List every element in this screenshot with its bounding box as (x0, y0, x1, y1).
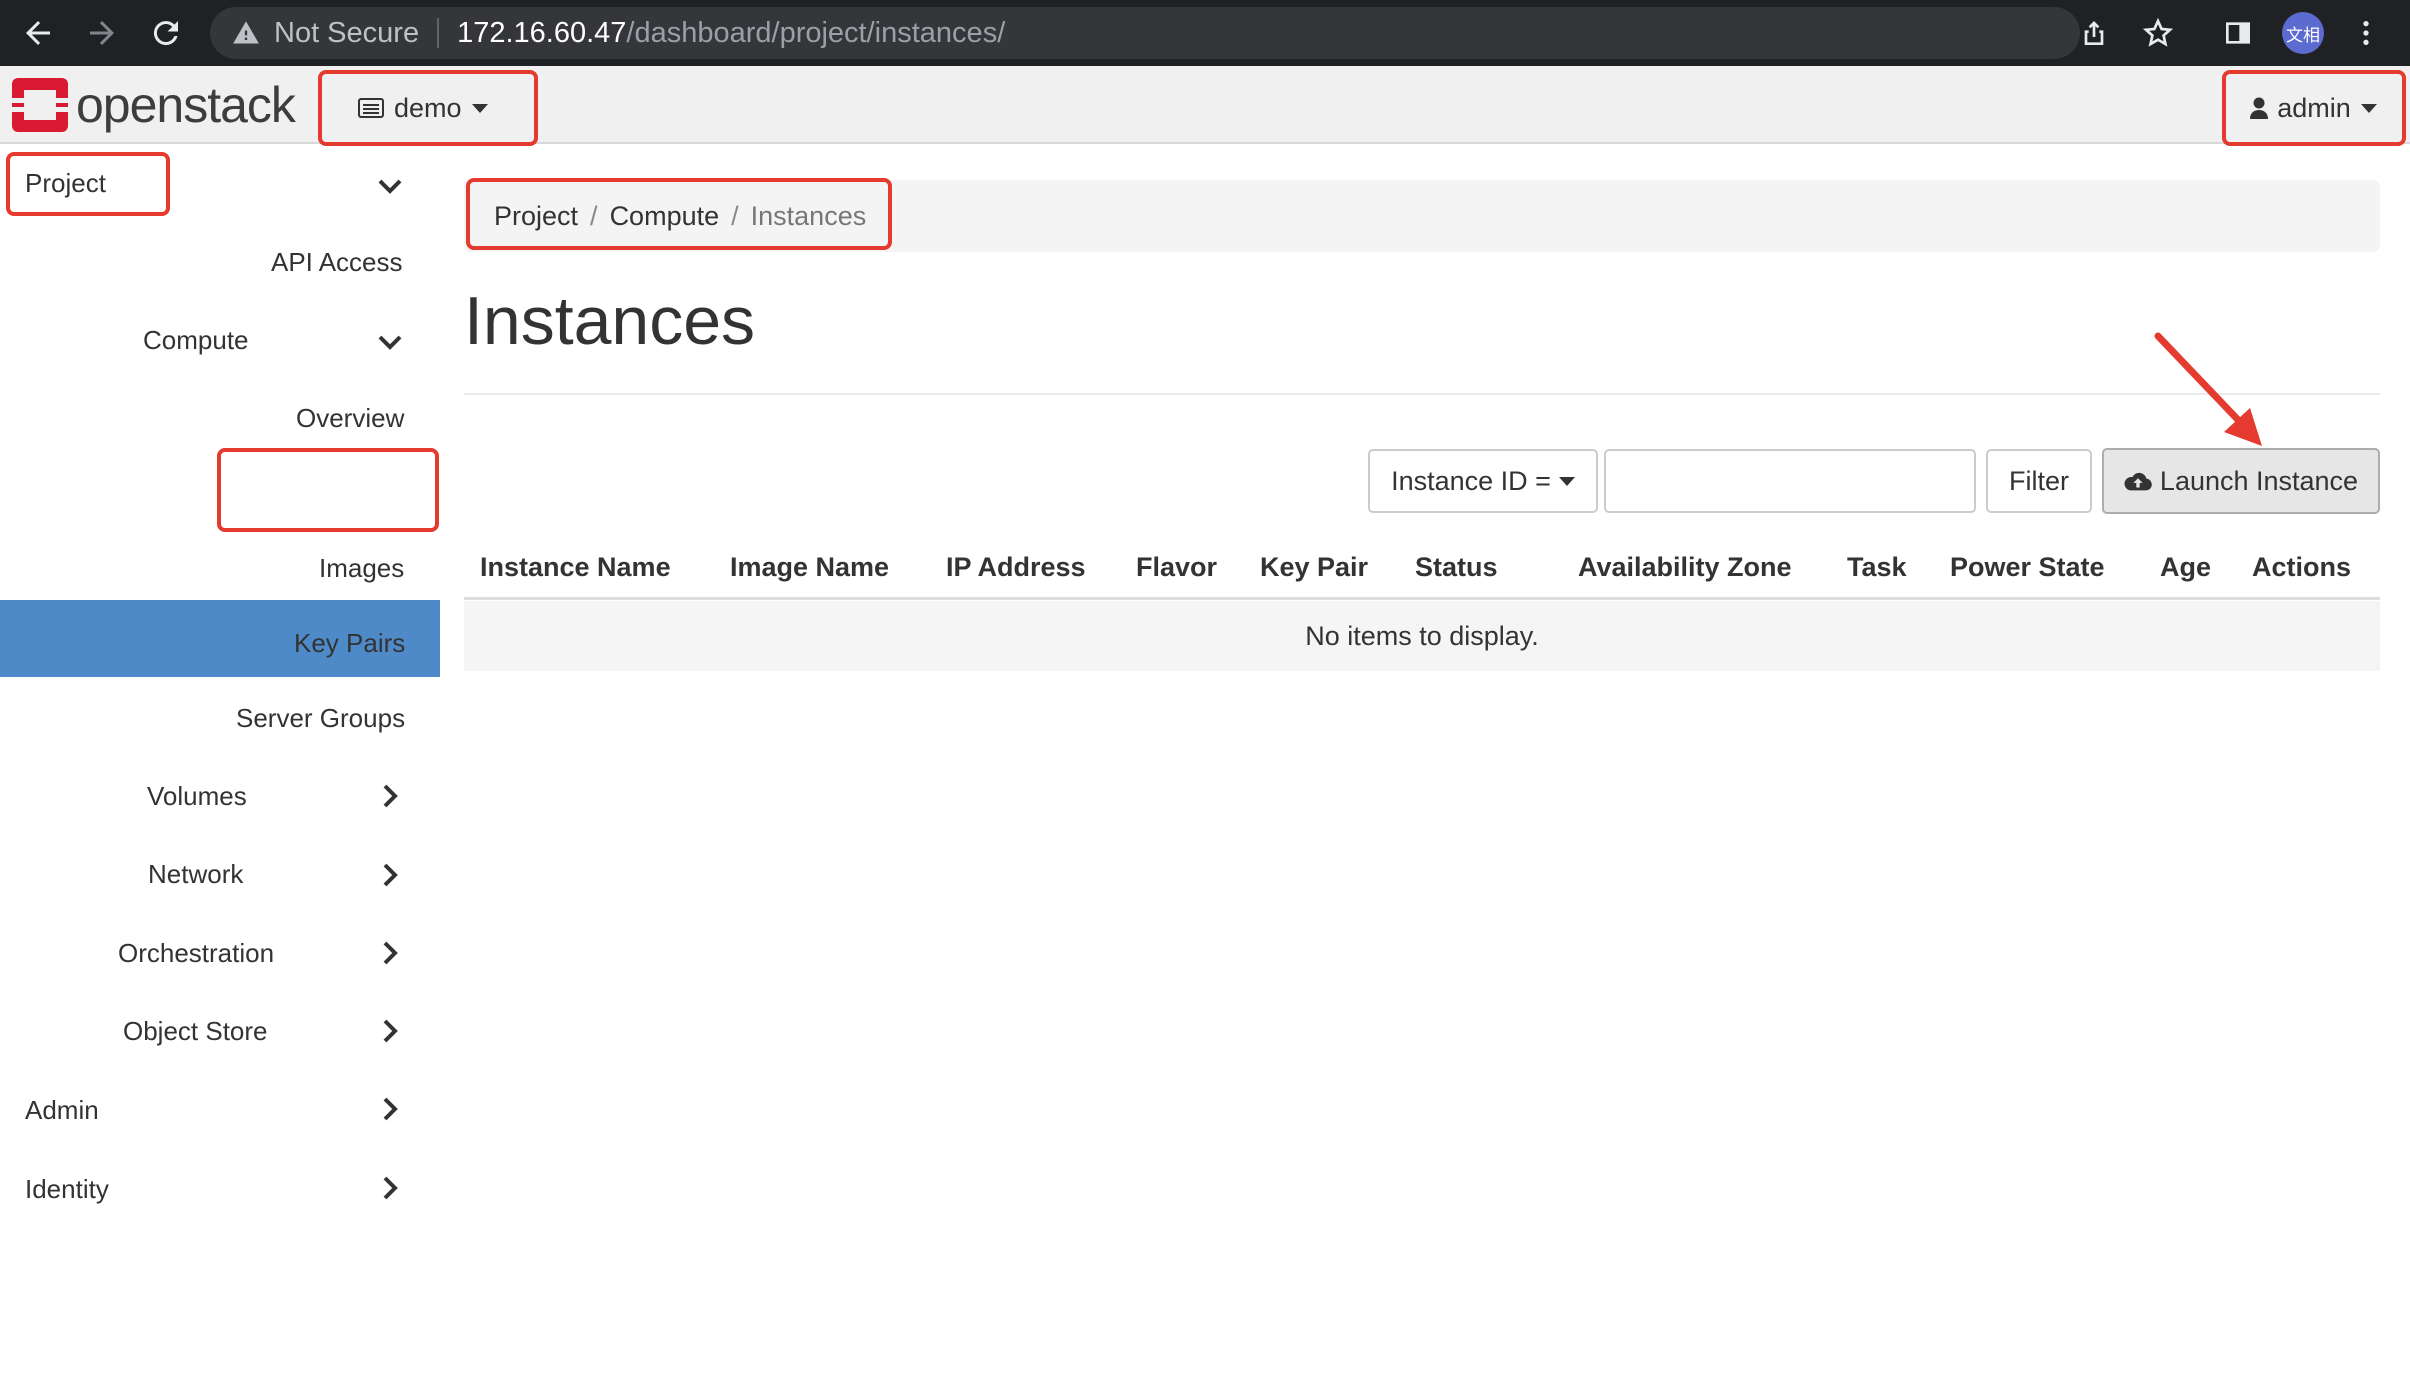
address-bar[interactable]: Not Secure 172.16.60.47/dashboard/projec… (210, 7, 2080, 59)
chevron-right-icon[interactable] (376, 939, 404, 967)
sidebar-item-admin[interactable]: Admin (25, 1095, 99, 1126)
side-panel-button[interactable] (2210, 0, 2266, 66)
sidebar-item-overview[interactable]: Overview (296, 403, 404, 434)
column-header[interactable]: Age (2160, 552, 2211, 583)
profile-avatar[interactable]: 文相 (2282, 12, 2324, 54)
filter-field-select[interactable]: Instance ID = (1368, 449, 1598, 513)
launch-instance-label: Launch Instance (2159, 465, 2359, 496)
sidebar-item-images[interactable]: Images (319, 553, 404, 584)
project-selector[interactable]: demo (318, 72, 536, 144)
page-title: Instances (464, 283, 756, 359)
openstack-logo-icon (12, 78, 68, 132)
sidebar-item-instances[interactable]: Instances (292, 479, 403, 510)
user-icon (2250, 97, 2269, 119)
more-vertical-icon (2363, 21, 2369, 45)
reload-icon (153, 21, 178, 46)
breadcrumb-compute[interactable]: Compute (610, 201, 720, 232)
project-list-icon (358, 98, 384, 118)
user-menu-label: admin (2277, 92, 2351, 123)
project-selector-label: demo (394, 92, 462, 123)
chevron-right-icon[interactable] (376, 1174, 404, 1202)
sidebar-item-project[interactable]: Project (25, 168, 106, 199)
chevron-right-icon[interactable] (376, 1095, 404, 1123)
annotation-arrow (2154, 332, 2262, 446)
breadcrumb-project[interactable]: Project (494, 201, 578, 232)
chevron-right-icon[interactable] (376, 782, 404, 810)
breadcrumb-separator: / (590, 200, 598, 231)
column-header[interactable]: Actions (2252, 552, 2351, 583)
cloud-upload-icon (2124, 472, 2152, 491)
share-icon (2084, 21, 2104, 45)
url-host: 172.16.60.47 (457, 16, 627, 49)
warning-icon (233, 21, 259, 44)
sidebar-item-volumes[interactable]: Volumes (147, 781, 247, 812)
column-header[interactable]: Availability Zone (1578, 552, 1792, 583)
divider (437, 18, 440, 48)
sidebar-item-server-groups[interactable]: Server Groups (236, 703, 405, 734)
reload-button[interactable] (134, 0, 198, 66)
chevron-right-icon[interactable] (376, 861, 404, 889)
launch-instance-button[interactable]: Launch Instance (2102, 448, 2380, 514)
breadcrumb: Project / Compute / Instances (464, 180, 2380, 252)
column-header[interactable]: Image Name (730, 552, 889, 583)
table-empty-message: No items to display. (464, 601, 2380, 671)
chevron-down-icon[interactable] (376, 328, 404, 356)
sidebar: Project API Access Compute Overview Inst… (0, 146, 440, 1376)
caret-down-icon (1558, 476, 1575, 486)
browser-menu-button[interactable] (2338, 0, 2394, 66)
column-header[interactable]: IP Address (946, 552, 1086, 583)
column-header[interactable]: Flavor (1136, 552, 1217, 583)
forward-button[interactable] (70, 0, 134, 66)
sidebar-item-identity[interactable]: Identity (25, 1174, 109, 1205)
divider (464, 393, 2380, 395)
back-button[interactable] (6, 0, 70, 66)
column-header[interactable]: Task (1847, 552, 1907, 583)
logo-text: openstack (76, 77, 296, 133)
browser-toolbar: Not Secure 172.16.60.47/dashboard/projec… (0, 0, 2410, 66)
column-header[interactable]: Key Pair (1260, 552, 1368, 583)
sidebar-item-orchestration[interactable]: Orchestration (118, 938, 274, 969)
security-label[interactable]: Not Secure (274, 17, 419, 50)
share-button[interactable] (2066, 0, 2122, 66)
filter-button[interactable]: Filter (1986, 449, 2092, 513)
filter-input[interactable] (1604, 449, 1976, 513)
arrow-left-icon (26, 21, 50, 45)
filter-field-label: Instance ID = (1391, 465, 1551, 496)
column-header[interactable]: Status (1415, 552, 1498, 583)
star-icon (2142, 17, 2174, 47)
sidebar-item-compute[interactable]: Compute (143, 325, 249, 356)
column-header[interactable]: Instance Name (480, 552, 671, 583)
side-panel-icon (2226, 22, 2250, 44)
column-header[interactable]: Power State (1950, 552, 2105, 583)
bookmark-button[interactable] (2130, 0, 2186, 66)
sidebar-item-api-access[interactable]: API Access (271, 247, 403, 278)
caret-down-icon (471, 103, 488, 113)
openstack-logo[interactable]: openstack (12, 77, 296, 133)
user-menu[interactable]: admin (2222, 72, 2404, 144)
table-header: Instance Name Image Name IP Address Flav… (464, 530, 2380, 600)
chevron-down-icon[interactable] (376, 172, 404, 200)
caret-down-icon (2360, 103, 2377, 113)
url-path: /dashboard/project/instances/ (626, 16, 1006, 49)
sidebar-item-network[interactable]: Network (148, 859, 243, 890)
breadcrumb-separator: / (731, 200, 739, 231)
chevron-right-icon[interactable] (376, 1017, 404, 1045)
breadcrumb-current: Instances (750, 200, 867, 231)
sidebar-item-object-store[interactable]: Object Store (123, 1016, 268, 1047)
arrow-right-icon (90, 21, 114, 45)
sidebar-item-key-pairs[interactable]: Key Pairs (294, 628, 405, 659)
